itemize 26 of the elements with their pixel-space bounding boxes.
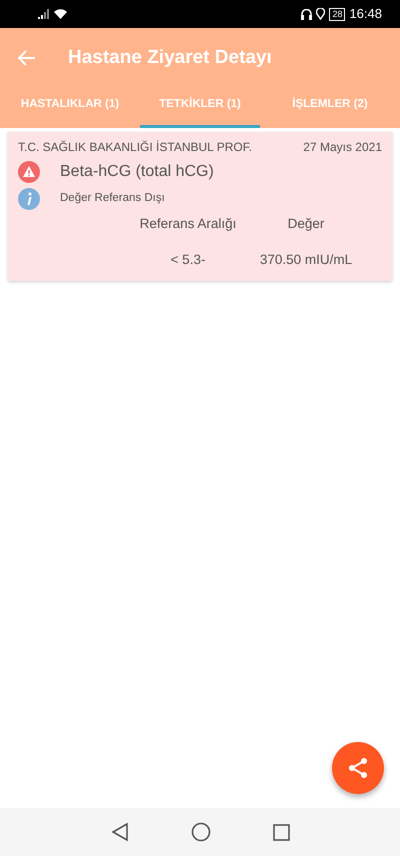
test-name: Beta-hCG (total hCG) — [60, 162, 214, 182]
screen-title: Hastane Ziyaret Detayı — [68, 46, 272, 70]
tab[interactable]: TETKİKLER (1) — [140, 96, 260, 128]
status-note: Değer Referans Dışı — [60, 191, 165, 206]
back-icon[interactable] — [110, 823, 128, 841]
headphones-icon — [301, 8, 312, 20]
signal-icon — [38, 9, 50, 19]
result-value: 370.50 mIU/mL — [258, 251, 354, 270]
column-header: Değer — [286, 215, 326, 233]
reference-range: < 5.3- — [170, 251, 206, 270]
share-button[interactable] — [332, 742, 384, 794]
tab[interactable]: HASTALIKLAR (1) — [10, 96, 130, 128]
tab[interactable]: İŞLEMLER (2) — [270, 96, 390, 128]
recents-icon[interactable] — [272, 824, 290, 840]
visit-date: 27 Mayıs 2021 — [303, 139, 382, 156]
share-icon — [346, 756, 370, 780]
column-header: Referans Aralığı — [138, 215, 238, 233]
home-icon[interactable] — [190, 822, 210, 842]
result-card[interactable]: T.C. SAĞLIK BAKANLIĞI İSTANBUL PROF. 27 Mayıs 2021 Beta-hCG (total hCG) Değer Referans Dışı Referans Aralığı Değer < 5.3- 370.50 mIU/mL — [8, 132, 392, 280]
warning-icon — [18, 161, 40, 183]
info-icon — [18, 188, 40, 210]
wifi-icon — [54, 9, 67, 19]
institution-name: T.C. SAĞLIK BAKANLIĞI İSTANBUL PROF. — [18, 139, 252, 156]
clock: 16:48 — [349, 5, 382, 24]
location-icon — [316, 8, 326, 20]
battery-level: 28 — [329, 8, 346, 20]
